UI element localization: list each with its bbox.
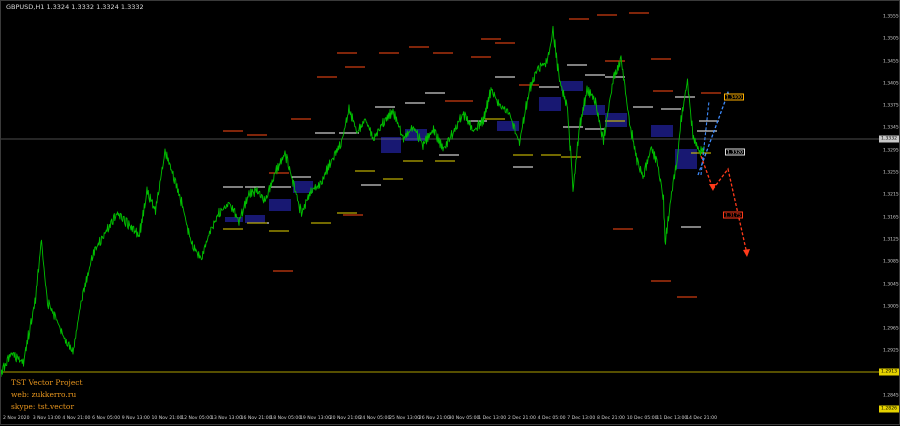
watermark: TST Vector Project web: zukkerro.ru skyp…: [11, 377, 83, 413]
price-series: [1, 25, 705, 377]
current-price-box-tag: 1.3320: [725, 148, 746, 156]
symbol-info: GBPUSD,H1 1.3324 1.3332 1.3324 1.3332: [6, 3, 144, 11]
time-tick: 3 Nov 13:00: [32, 416, 61, 421]
time-tick: 26 Nov 21:00: [418, 416, 450, 421]
up-forecast-arrow-left: [700, 100, 710, 176]
time-tick: 10 Nov 21:00: [151, 416, 183, 421]
price-tick: 1.3345: [883, 125, 899, 131]
zone-box: [245, 215, 265, 223]
time-tick: 14 Dec 21:00: [686, 416, 717, 421]
time-tick: 25 Nov 13:00: [389, 416, 421, 421]
time-tick: 30 Nov 05:00: [448, 416, 480, 421]
zone-box: [605, 113, 627, 127]
time-tick: 18 Nov 05:00: [270, 416, 302, 421]
chart-window[interactable]: GBPUSD,H1 1.3324 1.3332 1.3324 1.3332 1.…: [0, 0, 900, 425]
zone-box: [539, 97, 561, 111]
time-tick: 24 Nov 05:00: [359, 416, 391, 421]
time-tick: 20 Nov 21:00: [329, 416, 361, 421]
time-tick: 4 Nov 21:00: [62, 416, 91, 421]
time-tick: 10 Dec 05:00: [626, 416, 658, 421]
forecast-arrows: [697, 91, 750, 257]
zone-box: [583, 105, 605, 115]
down-forecast-arrowhead-small: [709, 184, 716, 191]
watermark-line-1: TST Vector Project: [11, 378, 83, 387]
time-tick: 9 Nov 13:00: [121, 416, 150, 421]
price-tick: 1.3455: [883, 59, 899, 65]
down-forecast-arrow: [700, 155, 748, 255]
time-tick: 11 Dec 13:00: [656, 416, 688, 421]
time-axis[interactable]: 2 Nov 2020 3 Nov 13:00 4 Nov 21:00 6 Nov 05…: [1, 413, 879, 426]
price-tick: 1.3375: [883, 103, 899, 109]
zone-box: [651, 125, 673, 137]
price-tick: 1.3125: [883, 237, 899, 243]
zone-box: [561, 81, 583, 91]
price-tick: 1.3045: [883, 282, 899, 288]
bottom-price-badge: 1.2826: [879, 405, 900, 413]
time-tick: 12 Nov 05:00: [181, 416, 213, 421]
watermark-line-2: web: zukkerro.ru: [11, 390, 77, 399]
zone-box: [381, 137, 401, 153]
price-tick: 1.3215: [883, 192, 899, 198]
watermark-line-3: skype: tst.vector: [11, 402, 75, 411]
time-tick: 2 Dec 21:00: [507, 416, 536, 421]
support-price-badge: 1.2913: [879, 368, 900, 376]
price-tick: 1.2845: [883, 393, 899, 399]
price-tick: 1.3165: [883, 215, 899, 221]
time-tick: 8 Dec 21:00: [597, 416, 625, 421]
price-tick: 1.3405: [883, 81, 899, 87]
time-tick: 1 Dec 13:00: [478, 416, 507, 421]
zone-box: [497, 121, 519, 131]
time-tick: 19 Nov 13:00: [300, 416, 331, 421]
zone-box: [269, 199, 291, 211]
price-tick: 1.3255: [883, 170, 899, 176]
lower-target-tag: 1.3175: [723, 211, 744, 219]
price-tick: 1.2965: [883, 326, 899, 332]
price-tick: 1.3005: [883, 304, 899, 310]
time-tick: 16 Nov 21:00: [240, 416, 272, 421]
price-tick: 1.3295: [883, 148, 899, 154]
price-tick: 1.3505: [883, 36, 899, 42]
price-axis[interactable]: 1.3555 1.3505 1.3455 1.3405 1.3375 1.3345 1.32…: [879, 1, 900, 413]
price-tick: 1.3555: [883, 14, 899, 20]
time-tick: 6 Nov 05:00: [92, 416, 121, 421]
time-tick: 4 Dec 05:00: [537, 416, 566, 421]
time-tick: 13 Nov 13:00: [210, 416, 242, 421]
current-price-badge: 1.3332: [879, 135, 900, 143]
price-tick: 1.3085: [883, 259, 899, 265]
down-forecast-arrowhead: [743, 249, 750, 257]
price-chart-plot[interactable]: [1, 1, 879, 413]
time-tick: 7 Dec 13:00: [567, 416, 596, 421]
upper-target-tag: 1.3400: [724, 93, 745, 101]
price-tick: 1.2925: [883, 348, 899, 354]
time-tick: 2 Nov 2020: [3, 416, 30, 421]
